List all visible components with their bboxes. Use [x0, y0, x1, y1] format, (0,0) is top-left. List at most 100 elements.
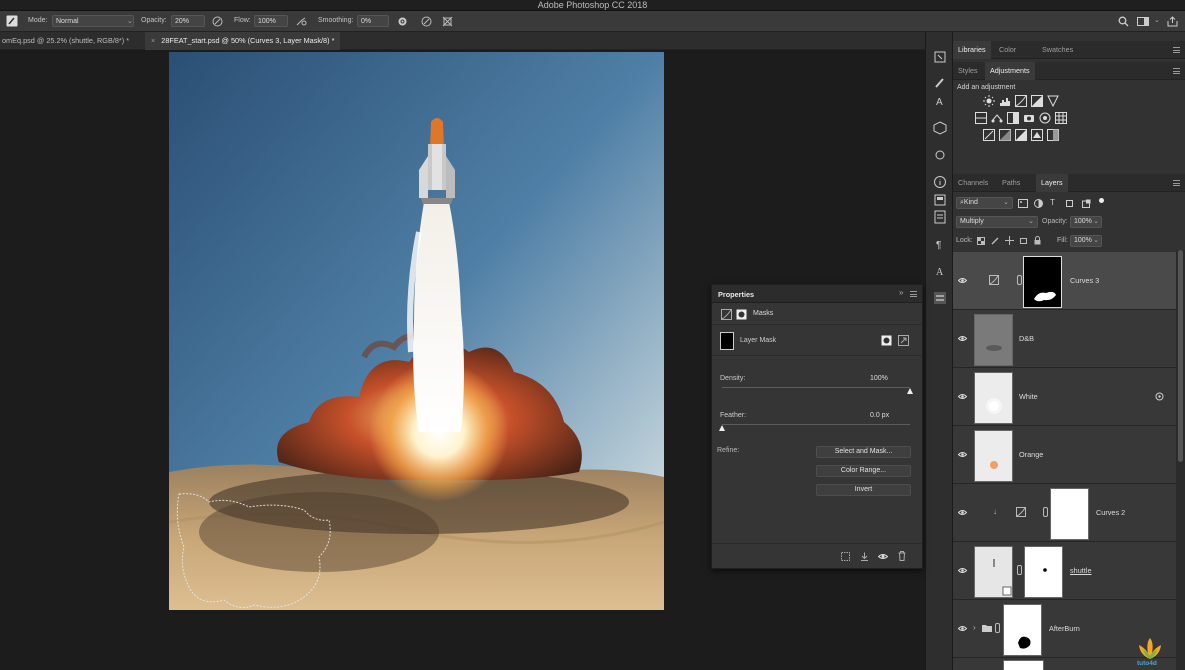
- pixel-mask-icon[interactable]: [881, 335, 892, 346]
- hue-saturation-icon[interactable]: [975, 112, 987, 124]
- layer-mask-thumbnail[interactable]: [1024, 546, 1063, 598]
- layer-name[interactable]: AfterBurn: [1049, 624, 1080, 633]
- visibility-eye-icon[interactable]: [958, 566, 967, 575]
- blend-mode-select[interactable]: Multiply ⌄: [956, 216, 1038, 228]
- visibility-eye-icon[interactable]: [958, 624, 967, 633]
- scrollbar-thumb[interactable]: [1178, 250, 1183, 462]
- collapse-icon[interactable]: »: [899, 288, 903, 297]
- filter-pixel-icon[interactable]: [1018, 199, 1028, 208]
- lock-all-icon[interactable]: [1034, 236, 1041, 245]
- layer-mask-thumbnail[interactable]: [1050, 488, 1089, 540]
- filter-toggle-icon[interactable]: [1099, 198, 1104, 203]
- pressure-size-icon[interactable]: [421, 16, 432, 27]
- color-lookup-icon[interactable]: [1055, 112, 1067, 124]
- threshold-icon[interactable]: [1015, 129, 1027, 141]
- paragraph-icon[interactable]: ¶: [933, 237, 947, 251]
- exposure-icon[interactable]: [1031, 95, 1043, 107]
- link-chain-icon[interactable]: [1017, 275, 1022, 285]
- invert-button[interactable]: Invert: [816, 484, 911, 496]
- tab-document-1[interactable]: omEq.psd @ 25.2% (shuttle, RGB/8*) *: [0, 32, 135, 50]
- lock-pixels-icon[interactable]: [991, 237, 999, 245]
- character-icon[interactable]: A: [933, 94, 947, 108]
- history-icon[interactable]: [933, 50, 947, 64]
- levels-icon[interactable]: [999, 95, 1011, 107]
- feather-slider[interactable]: [722, 424, 910, 425]
- layer-row-curves-2[interactable]: ↓ Curves 2: [953, 484, 1176, 542]
- brush-preset-icon[interactable]: [6, 15, 18, 27]
- tab-styles[interactable]: Styles: [958, 62, 978, 80]
- mask-properties-icon[interactable]: [736, 309, 747, 320]
- color-range-button[interactable]: Color Range...: [816, 465, 911, 477]
- layer-row-shuttle[interactable]: shuttle: [953, 542, 1176, 600]
- layer-filter-select[interactable]: ⌕Kind ⌄: [956, 197, 1013, 209]
- channel-mixer-icon[interactable]: [1039, 112, 1051, 124]
- lock-artboard-icon[interactable]: [1019, 237, 1028, 245]
- layer-row-orange[interactable]: Orange: [953, 426, 1176, 484]
- tab-color[interactable]: Color: [999, 41, 1016, 59]
- curves-icon[interactable]: [1015, 95, 1027, 107]
- fill-field[interactable]: 100% ⌄: [1070, 235, 1102, 247]
- adjustment-properties-icon[interactable]: [721, 309, 732, 320]
- tab-document-2[interactable]: × 28FEAT_start.psd @ 50% (Curves 3, Layer…: [145, 32, 341, 50]
- panel-menu-icon[interactable]: [1173, 68, 1180, 74]
- link-chain-icon[interactable]: [995, 623, 1000, 633]
- layer-name[interactable]: D&B: [1019, 334, 1034, 343]
- airbrush-icon[interactable]: [296, 16, 307, 27]
- visibility-eye-icon[interactable]: [958, 276, 967, 285]
- feather-slider-handle[interactable]: [718, 425, 725, 431]
- link-chain-icon[interactable]: [1043, 507, 1048, 517]
- panel-menu-icon[interactable]: [1173, 180, 1180, 186]
- flow-field[interactable]: 100%: [254, 15, 288, 27]
- panel-menu-icon[interactable]: [910, 291, 917, 297]
- info-icon[interactable]: [933, 175, 947, 189]
- share-icon[interactable]: [1167, 16, 1178, 27]
- layer-name[interactable]: shuttle: [1070, 566, 1092, 575]
- filter-type-icon[interactable]: T: [1050, 198, 1055, 207]
- layer-row-white[interactable]: White: [953, 368, 1176, 426]
- color-balance-icon[interactable]: [991, 112, 1003, 124]
- close-icon[interactable]: ×: [151, 36, 155, 45]
- 3d-icon[interactable]: [933, 121, 947, 135]
- tab-swatches[interactable]: Swatches: [1042, 41, 1073, 59]
- document-canvas[interactable]: [169, 52, 664, 610]
- layer-mask-thumbnail[interactable]: [1023, 256, 1062, 308]
- tab-channels[interactable]: Channels: [958, 174, 988, 192]
- layers-scrollbar[interactable]: [1176, 250, 1185, 670]
- brightness-icon[interactable]: [983, 95, 995, 107]
- trash-icon[interactable]: [898, 551, 906, 561]
- feather-value[interactable]: 0.0 px: [870, 412, 889, 419]
- layer-name[interactable]: White: [1019, 392, 1038, 401]
- layer-thumbnail[interactable]: [974, 430, 1013, 482]
- workspace-icon[interactable]: [1137, 16, 1149, 27]
- layer-effects-icon[interactable]: [1155, 392, 1164, 401]
- density-slider[interactable]: [722, 387, 910, 388]
- brush-settings-icon[interactable]: [933, 76, 947, 90]
- visibility-eye-icon[interactable]: [958, 334, 967, 343]
- layer-thumbnail[interactable]: [974, 372, 1013, 424]
- navigator-icon[interactable]: [933, 193, 947, 207]
- gradient-map-icon[interactable]: [1047, 129, 1059, 141]
- notes-icon[interactable]: [933, 210, 947, 224]
- chevron-right-icon[interactable]: ›: [973, 623, 976, 632]
- tab-libraries[interactable]: Libraries: [953, 41, 991, 59]
- pressure-opacity-icon[interactable]: [212, 16, 223, 27]
- layer-thumbnail[interactable]: [974, 546, 1013, 598]
- properties-header[interactable]: Properties »: [712, 285, 922, 303]
- filter-adjustment-icon[interactable]: [1034, 199, 1043, 208]
- search-icon[interactable]: [1118, 16, 1129, 27]
- density-value[interactable]: 100%: [870, 375, 888, 382]
- tab-paths[interactable]: Paths: [1002, 174, 1020, 192]
- invert-icon[interactable]: [983, 129, 995, 141]
- layer-opacity-field[interactable]: 100% ⌄: [1070, 216, 1102, 228]
- filter-shape-icon[interactable]: [1065, 199, 1074, 208]
- selective-color-icon[interactable]: [1031, 129, 1043, 141]
- symmetry-icon[interactable]: [442, 16, 453, 27]
- visibility-eye-icon[interactable]: [958, 392, 967, 401]
- select-and-mask-button[interactable]: Select and Mask...: [816, 446, 911, 458]
- tab-layers[interactable]: Layers: [1036, 174, 1068, 192]
- glyphs-icon[interactable]: A: [933, 264, 947, 278]
- lock-transparency-icon[interactable]: [977, 237, 985, 245]
- layer-name[interactable]: Orange: [1019, 450, 1043, 459]
- layer-thumbnail[interactable]: [974, 314, 1013, 366]
- smoothing-field[interactable]: 0%: [357, 15, 389, 27]
